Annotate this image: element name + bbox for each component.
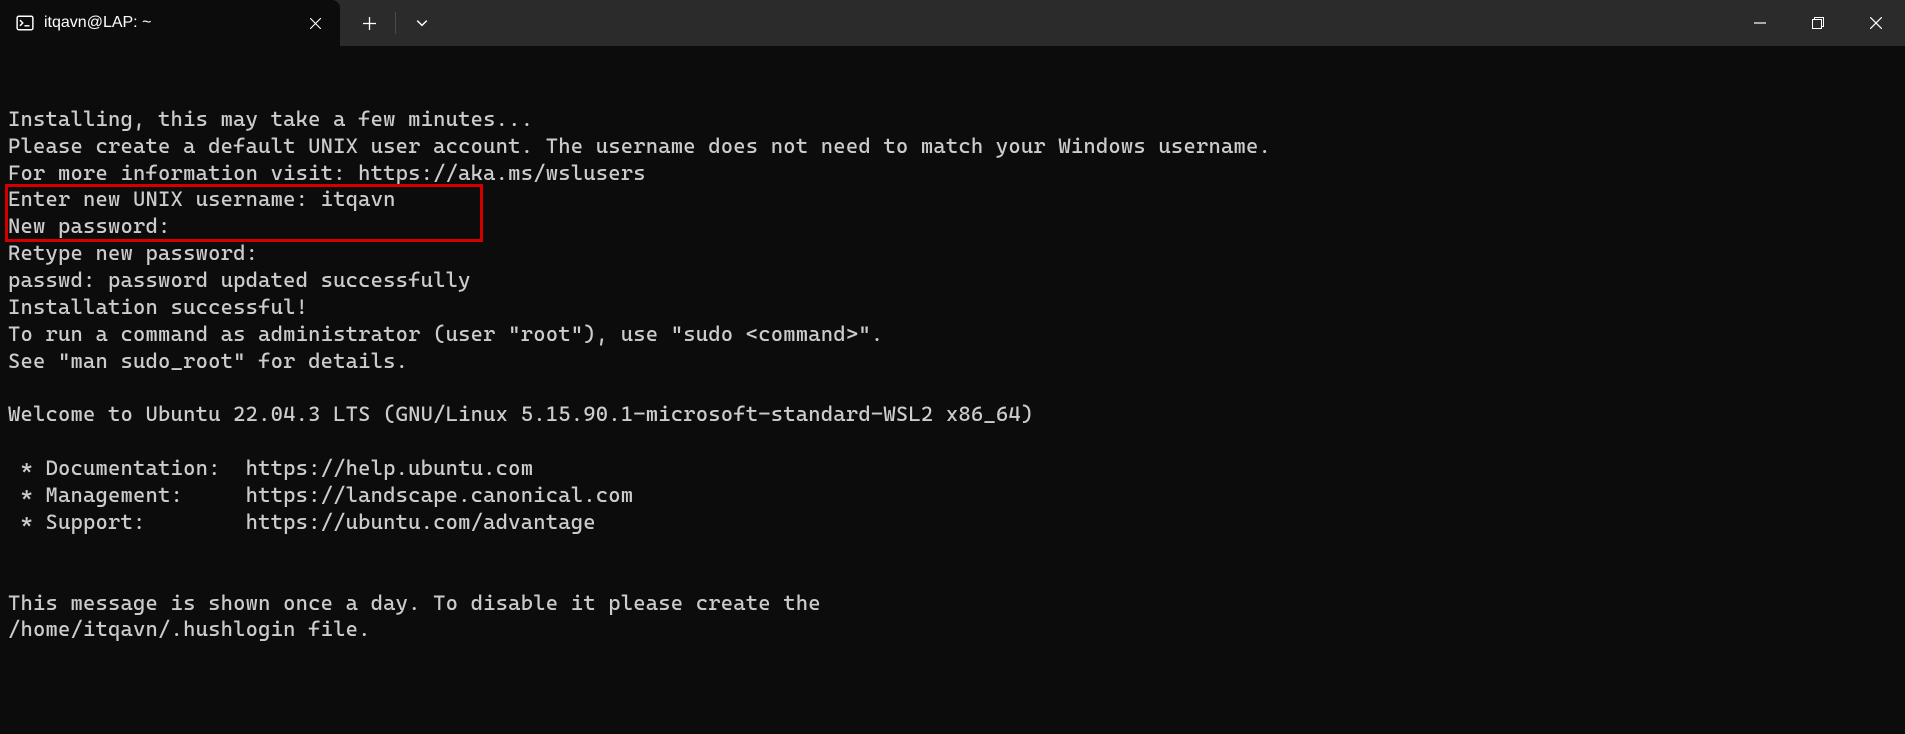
terminal-line: New password: xyxy=(8,213,1897,240)
close-window-button[interactable] xyxy=(1847,0,1905,46)
active-tab[interactable]: itqavn@LAP: ~ xyxy=(0,0,340,46)
new-tab-button[interactable] xyxy=(348,4,390,42)
terminal-output[interactable]: Installing, this may take a few minutes.… xyxy=(0,46,1905,643)
window-controls xyxy=(1731,0,1905,46)
tab-dropdown-button[interactable] xyxy=(401,4,443,42)
terminal-line: * Management: https://landscape.canonica… xyxy=(8,482,1897,509)
tabstrip-actions xyxy=(340,0,443,46)
terminal-line: Please create a default UNIX user accoun… xyxy=(8,133,1897,160)
terminal-line: Enter new UNIX username: itqavn xyxy=(8,186,1897,213)
maximize-button[interactable] xyxy=(1789,0,1847,46)
terminal-line xyxy=(8,536,1897,563)
terminal-line: To run a command as administrator (user … xyxy=(8,321,1897,348)
tab-close-button[interactable] xyxy=(304,12,326,34)
terminal-line: * Support: https://ubuntu.com/advantage xyxy=(8,509,1897,536)
terminal-line: For more information visit: https://aka.… xyxy=(8,160,1897,187)
terminal-line: passwd: password updated successfully xyxy=(8,267,1897,294)
terminal-line xyxy=(8,428,1897,455)
terminal-line xyxy=(8,563,1897,590)
terminal-line: This message is shown once a day. To dis… xyxy=(8,590,1897,617)
terminal-line xyxy=(8,375,1897,402)
separator xyxy=(395,12,396,34)
terminal-icon xyxy=(16,14,34,32)
terminal-line: /home/itqavn/.hushlogin file. xyxy=(8,616,1897,643)
titlebar: itqavn@LAP: ~ xyxy=(0,0,1905,46)
terminal-line: * Documentation: https://help.ubuntu.com xyxy=(8,455,1897,482)
terminal-line: Installation successful! xyxy=(8,294,1897,321)
terminal-line: Welcome to Ubuntu 22.04.3 LTS (GNU/Linux… xyxy=(8,401,1897,428)
terminal-line: See "man sudo_root" for details. xyxy=(8,348,1897,375)
terminal-line: Retype new password: xyxy=(8,240,1897,267)
tab-title: itqavn@LAP: ~ xyxy=(44,14,294,32)
terminal-line: Installing, this may take a few minutes.… xyxy=(8,106,1897,133)
minimize-button[interactable] xyxy=(1731,0,1789,46)
